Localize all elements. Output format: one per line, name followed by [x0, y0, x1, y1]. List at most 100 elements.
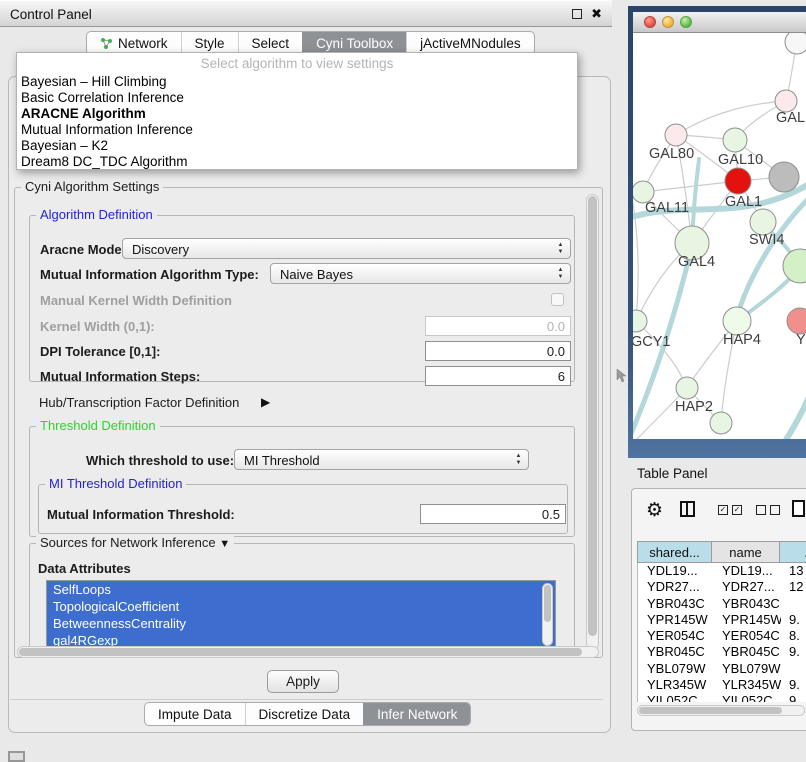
- aracne-mode-combobox[interactable]: Discovery ▲▼: [122, 238, 571, 259]
- data-attributes-list[interactable]: SelfLoopsTopologicalCoefficientBetweenne…: [46, 580, 556, 649]
- network-node[interactable]: [769, 162, 799, 192]
- close-icon[interactable]: ✖: [591, 8, 602, 20]
- document-icon[interactable]: [792, 500, 805, 517]
- table-row[interactable]: YDR27...YDR27...12: [638, 579, 806, 595]
- table-row[interactable]: YPR145WYPR145W9.: [638, 612, 806, 628]
- table-horizontal-scrollbar[interactable]: [637, 705, 805, 716]
- minimized-panel-icon[interactable]: [8, 751, 25, 762]
- group-title: Cyni Algorithm Settings: [21, 179, 163, 194]
- table-cell: YER054C: [713, 628, 781, 644]
- mi-threshold-field[interactable]: 0.5: [420, 504, 566, 524]
- tab-label: Infer Network: [377, 703, 457, 726]
- tab-label: Impute Data: [158, 703, 232, 726]
- network-node[interactable]: [783, 249, 806, 283]
- table-row[interactable]: YER054CYER054C8.: [638, 628, 806, 644]
- tab-impute-data[interactable]: Impute Data: [145, 703, 245, 725]
- kernel-width-label: Kernel Width (0,1):: [40, 319, 155, 334]
- network-node-gal[interactable]: [775, 90, 797, 112]
- tab-discretize-data[interactable]: Discretize Data: [245, 703, 364, 725]
- column-header-shared[interactable]: shared...: [637, 541, 712, 563]
- mi-steps-label: Mutual Information Steps:: [40, 369, 200, 384]
- cyni-algorithm-settings-group: Cyni Algorithm Settings Algorithm Defini…: [14, 187, 603, 658]
- columns-icon[interactable]: [680, 501, 695, 517]
- table-cell: YDR27...: [638, 579, 713, 595]
- network-window-titlebar[interactable]: [633, 12, 806, 33]
- column-header-name[interactable]: name: [712, 541, 780, 563]
- control-panel-window: Control Panel ✖ NetworkStyleSelectCyni T…: [0, 0, 612, 731]
- settings-vertical-scrollbar[interactable]: [586, 194, 599, 650]
- hub-definition-label[interactable]: Hub/Transcription Factor Definition: [39, 395, 239, 410]
- table-row[interactable]: YBR045CYBR045C9.: [638, 644, 806, 660]
- deselect-checkbox-icon[interactable]: [756, 505, 766, 515]
- zoom-traffic-light-icon[interactable]: [680, 16, 692, 28]
- tab-cyni-toolbox[interactable]: Cyni Toolbox: [302, 32, 406, 54]
- column-header-a[interactable]: A: [780, 541, 806, 563]
- network-canvas[interactable]: GALGAL80GAL10GAL1GAL11GAL4SWI4GCY1HAP4YH…: [633, 33, 806, 439]
- sources-title[interactable]: Sources for Network Inference ▼: [36, 535, 234, 550]
- tab-network[interactable]: Network: [87, 32, 181, 54]
- network-node-gal10[interactable]: [723, 128, 747, 152]
- control-panel-titlebar[interactable]: Control Panel ✖: [0, 0, 612, 27]
- attribute-item-betweennesscentrality[interactable]: BetweennessCentrality: [47, 615, 555, 632]
- network-node-label: SWI4: [749, 232, 784, 248]
- kernel-width-field[interactable]: 0.0: [425, 316, 571, 336]
- network-node-y[interactable]: [787, 308, 806, 334]
- expand-arrow-icon[interactable]: ▶: [261, 395, 270, 409]
- table-cell: YIL052C: [638, 693, 713, 702]
- attributes-vertical-scrollbar[interactable]: [542, 583, 553, 646]
- table-toolbar: ⚙ ✓ ✓: [632, 499, 806, 527]
- table-row[interactable]: YIL052CYIL052C9.: [638, 693, 806, 702]
- which-threshold-combobox[interactable]: MI Threshold ▲▼: [234, 449, 529, 470]
- algorithm-option-bayesian-k2[interactable]: Bayesian – K2: [19, 138, 575, 154]
- algorithm-option-dream8-dc-tdc-algorithm[interactable]: Dream8 DC_TDC Algorithm: [19, 154, 575, 170]
- network-node[interactable]: [710, 412, 732, 434]
- algorithm-option-basic-correlation-inference[interactable]: Basic Correlation Inference: [19, 90, 575, 106]
- table-row[interactable]: YDL19...YDL19...13: [638, 563, 806, 579]
- table-row[interactable]: YLR345WYLR345W9.: [638, 677, 806, 693]
- table-cell: YBL079W: [713, 661, 781, 677]
- apply-button[interactable]: Apply: [267, 670, 339, 693]
- network-node-gal80[interactable]: [665, 124, 687, 146]
- network-node-hap2[interactable]: [676, 377, 698, 399]
- collapse-arrow-icon[interactable]: ▼: [219, 538, 230, 550]
- dpi-tolerance-field[interactable]: 0.0: [425, 341, 571, 361]
- table-cell: YBL079W: [638, 661, 713, 677]
- tab-infer-network[interactable]: Infer Network: [363, 703, 470, 725]
- table-cell: 12: [781, 579, 806, 595]
- tab-style[interactable]: Style: [181, 32, 238, 54]
- table-cell: YBR045C: [638, 644, 713, 660]
- table-body: YDL19...YDL19...13YDR27...YDR27...12YBR0…: [637, 563, 806, 702]
- tab-select[interactable]: Select: [238, 32, 303, 54]
- algorithm-prompt: Select algorithm to view settings: [17, 56, 577, 71]
- float-window-icon[interactable]: [572, 9, 582, 19]
- select-all-checkbox-icon[interactable]: ✓: [718, 505, 728, 515]
- tab-jactivemnodules[interactable]: jActiveMNodules: [406, 32, 534, 54]
- algorithm-option-aracne-algorithm[interactable]: ARACNE Algorithm: [19, 106, 575, 122]
- threshold-definition-title: Threshold Definition: [36, 418, 160, 433]
- table-cell: 9.: [781, 612, 806, 628]
- network-node[interactable]: [785, 33, 806, 54]
- mi-steps-field[interactable]: 6: [425, 366, 571, 386]
- network-node-gal1[interactable]: [725, 168, 751, 194]
- mi-type-combobox[interactable]: Naive Bayes ▲▼: [270, 263, 571, 284]
- attribute-item-topologicalcoefficient[interactable]: TopologicalCoefficient: [47, 598, 555, 615]
- network-icon: [100, 37, 113, 50]
- table-cell: YLR345W: [713, 677, 781, 693]
- algorithm-option-bayesian-hill-climbing[interactable]: Bayesian – Hill Climbing: [19, 74, 575, 90]
- select-all-checkbox-icon-2[interactable]: ✓: [732, 505, 742, 515]
- deselect-checkbox-icon-2[interactable]: [770, 505, 780, 515]
- network-node-gcy1[interactable]: [633, 310, 647, 332]
- algorithm-dropdown-popup: Select algorithm to view settings Bayesi…: [16, 52, 578, 170]
- gear-icon[interactable]: ⚙: [646, 499, 663, 522]
- settings-horizontal-scrollbar[interactable]: [17, 646, 599, 658]
- algorithm-option-mutual-information-inference[interactable]: Mutual Information Inference: [19, 122, 575, 138]
- table-row[interactable]: YBR043CYBR043C: [638, 596, 806, 612]
- table-row[interactable]: YBL079WYBL079W: [638, 661, 806, 677]
- table-cell: 9.: [781, 677, 806, 693]
- manual-kernel-checkbox[interactable]: [551, 293, 564, 306]
- attribute-item-selfloops[interactable]: SelfLoops: [47, 581, 555, 598]
- minimize-traffic-light-icon[interactable]: [662, 16, 674, 28]
- table-panel: ⚙ ✓ ✓ shared...nameA YDL19...YDL19...13Y…: [631, 488, 806, 731]
- close-traffic-light-icon[interactable]: [644, 16, 656, 28]
- network-node-hap4[interactable]: [723, 307, 751, 335]
